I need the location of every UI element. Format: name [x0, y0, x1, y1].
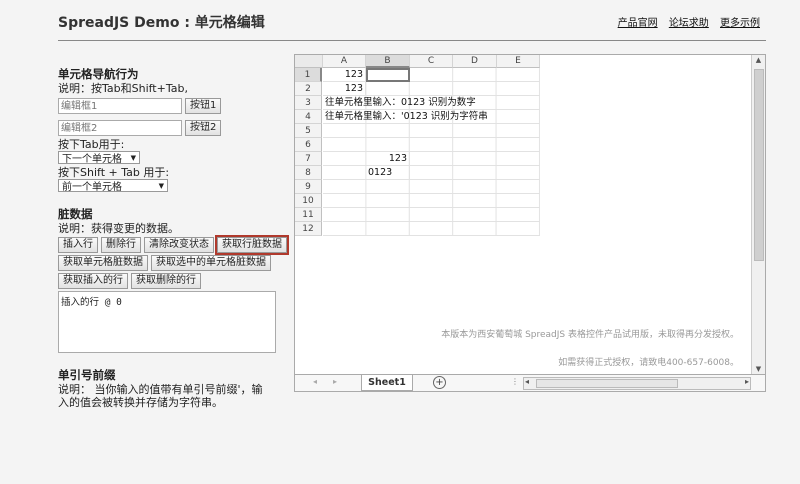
row-header[interactable]: 10 [295, 194, 322, 208]
scroll-down-icon[interactable]: ▼ [752, 365, 765, 373]
add-sheet-icon[interactable]: + [433, 376, 446, 389]
cell-a2[interactable]: 123 [323, 82, 366, 96]
shift-tab-behavior-select[interactable]: 前一个单元格 ▼ [58, 179, 168, 193]
delete-row-button[interactable]: 删除行 [101, 237, 141, 253]
header-links: 产品官网 论坛求助 更多示例 [610, 14, 760, 29]
header-divider [58, 40, 766, 41]
dirty-section-desc: 说明：获得变更的数据。 [58, 222, 179, 235]
column-header-e[interactable]: E [497, 55, 540, 68]
options-panel: 单元格导航行为 说明：按Tab和Shift+Tab, 按钮1 按钮2 按下Tab… [58, 66, 289, 409]
scroll-left-icon[interactable]: ◂ [525, 377, 529, 386]
vertical-scroll-thumb[interactable] [754, 69, 764, 261]
row-header[interactable]: 12 [295, 222, 322, 236]
corner-header[interactable] [295, 55, 323, 68]
vertical-scrollbar[interactable]: ▲ ▼ [751, 55, 765, 374]
quote-section-title: 单引号前缀 [58, 368, 116, 382]
link-product-site[interactable]: 产品官网 [618, 18, 658, 29]
splitter-handle-icon[interactable]: ⋮ [511, 377, 519, 386]
scroll-right-icon[interactable]: ▸ [745, 377, 749, 386]
page-title: SpreadJS Demo : 单元格编辑 [58, 15, 265, 31]
row-header[interactable]: 7 [295, 152, 322, 166]
chevron-down-icon: ▼ [130, 153, 136, 162]
trial-watermark-1: 本版本为西安葡萄城 SpreadJS 表格控件产品试用版，未取得再分发授权。 [441, 330, 739, 340]
cell-a1[interactable]: 123 [323, 68, 366, 82]
column-header-a[interactable]: A [323, 55, 366, 68]
spreadsheet[interactable]: A B C D E 1 2 3 4 5 6 7 8 9 10 11 12 123… [294, 54, 766, 392]
tab-behavior-value: 下一个单元格 [62, 154, 122, 165]
row-header[interactable]: 8 [295, 166, 322, 180]
cell-a4[interactable]: 往单元格里输入：'0123 识别为字符串 [323, 110, 540, 124]
insert-row-button[interactable]: 插入行 [58, 237, 98, 253]
row-header[interactable]: 3 [295, 96, 322, 110]
row-header[interactable]: 11 [295, 208, 322, 222]
quote-section-desc: 说明： 当你输入的值带有单引号前缀'，输入的值会被转换并存储为字符串。 [58, 383, 263, 409]
get-dirty-rows-button[interactable]: 获取行脏数据 [215, 235, 289, 255]
sheet-tab-bar: ◂ ▸ Sheet1 + ⋮ ◂ ▸ [295, 374, 765, 391]
dirty-section-title: 脏数据 [58, 207, 93, 221]
cell-b7[interactable]: 123 [366, 152, 410, 166]
get-inserted-rows-button[interactable]: 获取插入的行 [58, 273, 128, 289]
horizontal-scroll-thumb[interactable] [536, 379, 678, 388]
row-header[interactable]: 6 [295, 138, 322, 152]
get-selected-dirty-cells-button[interactable]: 获取选中的单元格脏数据 [151, 255, 271, 271]
nav-section-title: 单元格导航行为 [58, 67, 139, 81]
dirty-output-textarea[interactable]: 插入的行 @ 0 [58, 291, 276, 353]
sheet-tab-sheet1[interactable]: Sheet1 [361, 375, 413, 391]
button-1[interactable]: 按钮1 [185, 98, 222, 114]
get-deleted-rows-button[interactable]: 获取删除的行 [131, 273, 201, 289]
row-header[interactable]: 4 [295, 110, 322, 124]
link-forum-help[interactable]: 论坛求助 [669, 18, 709, 29]
trial-watermark-2: 如需获得正式授权，请致电400-657-6008。 [558, 358, 739, 368]
cell-a3[interactable]: 往单元格里输入：0123 识别为数字 [323, 96, 540, 110]
column-header-d[interactable]: D [453, 55, 497, 68]
chevron-down-icon: ▼ [158, 181, 164, 190]
row-header[interactable]: 2 [295, 82, 322, 96]
scroll-up-icon[interactable]: ▲ [752, 56, 765, 64]
row-header[interactable]: 9 [295, 180, 322, 194]
tab-behavior-select[interactable]: 下一个单元格 ▼ [58, 151, 140, 165]
get-dirty-cells-button[interactable]: 获取单元格脏数据 [58, 255, 148, 271]
column-header-c[interactable]: C [410, 55, 453, 68]
edit-box-2[interactable] [58, 120, 182, 136]
cell-b8[interactable]: 0123 [366, 166, 410, 180]
edit-box-1[interactable] [58, 98, 182, 114]
button-2[interactable]: 按钮2 [185, 120, 222, 136]
tab-next-icon[interactable]: ▸ [333, 377, 337, 386]
nav-section-desc: 说明：按Tab和Shift+Tab, [58, 82, 188, 95]
horizontal-scrollbar[interactable]: ◂ ▸ [523, 377, 751, 390]
clear-changes-button[interactable]: 清除改变状态 [144, 237, 214, 253]
column-header-b[interactable]: B [366, 55, 410, 68]
link-more-demos[interactable]: 更多示例 [720, 18, 760, 29]
cell-b1-selected[interactable] [366, 68, 410, 82]
row-header[interactable]: 1 [295, 68, 322, 82]
shift-tab-behavior-value: 前一个单元格 [62, 182, 122, 193]
tab-prev-icon[interactable]: ◂ [313, 377, 317, 386]
row-header[interactable]: 5 [295, 124, 322, 138]
